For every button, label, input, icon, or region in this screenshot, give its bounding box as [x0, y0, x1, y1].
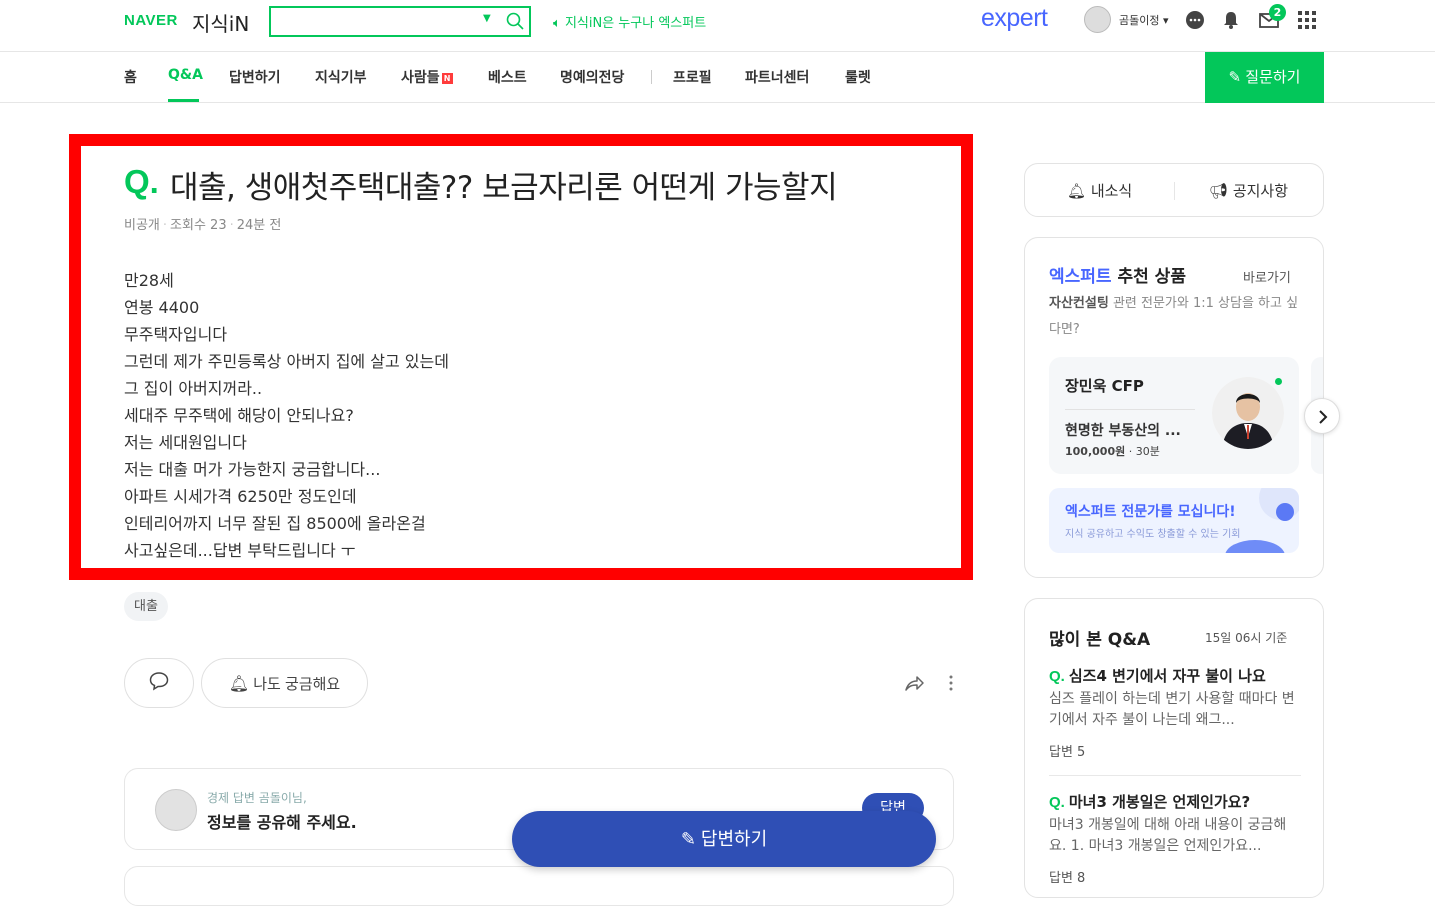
- question-title: 대출, 생애첫주택대출?? 보금자리론 어떤게 가능할지: [170, 170, 838, 206]
- comment-button[interactable]: [124, 658, 194, 708]
- mail-count-badge: 2: [1269, 4, 1286, 21]
- question-body-line: 인테리어까지 너무 잘된 집 8500에 올라온걸: [124, 514, 426, 533]
- bell-icon: 🔔︎: [1067, 182, 1087, 200]
- question-views: 조회수 23: [170, 218, 227, 233]
- expert-profile-card[interactable]: 장민욱 CFP 현명한 부동산의 ... 100,000원 · 30분: [1049, 357, 1299, 474]
- sidebar-tabs: 🔔︎ 내소식 📢︎ 공지사항: [1024, 163, 1324, 217]
- search-dropdown-icon[interactable]: ▼: [483, 13, 491, 24]
- search-input[interactable]: [271, 8, 471, 35]
- slogan-link[interactable]: 🔈︎ 지식iN은 누구나 엑스퍼트: [553, 12, 706, 31]
- user-name-menu[interactable]: 곰돌이정 ▾: [1119, 12, 1169, 28]
- bell-plus-icon: 🔔︎: [228, 675, 250, 693]
- question-mark: Q.: [124, 163, 159, 200]
- kin-logo[interactable]: 지식iN: [192, 8, 249, 37]
- speaker-icon: 🔈︎: [553, 16, 561, 31]
- nav-roulette[interactable]: 룰렛: [845, 67, 871, 87]
- search-icon[interactable]: [505, 11, 525, 31]
- expert-photo: [1212, 377, 1284, 449]
- question-tag[interactable]: 대출: [124, 592, 168, 621]
- next-card: [124, 866, 954, 906]
- more-options-icon[interactable]: [942, 674, 960, 692]
- share-icon[interactable]: [903, 672, 925, 694]
- user-avatar: [155, 789, 197, 831]
- pencil-icon: ✎: [1228, 69, 1242, 86]
- nav-people[interactable]: 사람들 N: [401, 67, 453, 87]
- question-body-line: 연봉 4400: [124, 298, 200, 317]
- expert-topic: 현명한 부동산의 ...: [1065, 423, 1181, 439]
- popular-qna-card: 많이 본 Q&A 15일 06시 기준 Q. 심즈4 변기에서 자꾸 불이 나요 …: [1024, 598, 1324, 898]
- expert-recommend-card: 엑스퍼트 추천 상품 바로가기 자산컨설팅 관련 전문가와 1:1 상담을 하고…: [1024, 237, 1324, 578]
- question-body-line: 저는 세대원입니다: [124, 433, 247, 452]
- bell-icon[interactable]: [1220, 9, 1242, 31]
- popular-date: 15일 06시 기준: [1205, 631, 1288, 645]
- expert-name: 장민욱 CFP: [1065, 377, 1144, 395]
- popular-title: 많이 본 Q&A: [1049, 630, 1151, 650]
- popular-question-body[interactable]: 심즈 플레이 하는데 변기 사용할 때마다 변기에서 자주 불이 나는데 왜그.…: [1049, 689, 1299, 731]
- recruit-illustration-icon: [1225, 488, 1299, 553]
- nav-active-indicator: [168, 99, 199, 102]
- nav-hall-of-fame[interactable]: 명예의전당: [560, 67, 624, 87]
- expert-logo[interactable]: expert: [981, 4, 1048, 33]
- question-body-line: 아파트 시세가격 6250만 정도인데: [124, 487, 357, 506]
- tab-notice[interactable]: 📢︎ 공지사항: [1209, 180, 1288, 201]
- question-body-line: 그 집이 아버지꺼라..: [124, 379, 263, 398]
- curious-button[interactable]: 🔔︎ 나도 궁금해요: [201, 658, 368, 708]
- apps-grid-icon[interactable]: [1296, 9, 1318, 31]
- popular-answer-count: 답변 5: [1049, 745, 1086, 760]
- new-badge: N: [441, 73, 453, 84]
- popular-answer-count: 답변 8: [1049, 871, 1086, 886]
- nav-donate[interactable]: 지식기부: [315, 67, 367, 87]
- question-author: 비공개: [124, 218, 160, 233]
- nav-best[interactable]: 베스트: [488, 67, 527, 87]
- tab-my-news[interactable]: 🔔︎ 내소식: [1067, 180, 1132, 201]
- expert-card-desc: 자산컨설팅 관련 전문가와 1:1 상담을 하고 싶다면?: [1049, 296, 1299, 337]
- answer-prompt-sub: 경제 답변 곰돌이님,: [207, 791, 307, 805]
- question-meta: 비공개 · 조회수 23 · 24분 전: [124, 218, 282, 233]
- expert-go-link[interactable]: 바로가기: [1243, 267, 1291, 286]
- popular-question[interactable]: Q. 마녀3 개봉일은 언제인가요?: [1049, 791, 1250, 812]
- nav-qna[interactable]: Q&A: [168, 67, 203, 83]
- main-nav: 홈 Q&A 답변하기 지식기부 사람들 N 베스트 명예의전당 프로필 파트너센터…: [0, 52, 1435, 103]
- expert-recruit-banner[interactable]: 엑스퍼트 전문가를 모십니다! 지식 공유하고 수익도 창출할 수 있는 기회: [1049, 488, 1299, 553]
- question-body-line: 무주택자입니다: [124, 325, 228, 344]
- top-header: NAVER 지식iN ▼ 🔈︎ 지식iN은 누구나 엑스퍼트 expert 곰돌…: [0, 0, 1435, 52]
- question-time: 24분 전: [236, 218, 282, 233]
- question-body-line: 세대주 무주택에 해당이 안되나요?: [124, 406, 354, 425]
- online-status: [1275, 378, 1282, 385]
- question-body-line: 저는 대출 머가 가능한지 궁금합니다...: [124, 460, 381, 479]
- nav-answer[interactable]: 답변하기: [229, 67, 281, 87]
- nav-profile[interactable]: 프로필: [673, 67, 712, 87]
- comment-icon: [149, 672, 169, 691]
- pencil-icon: ✎: [680, 829, 696, 849]
- chat-icon[interactable]: [1184, 9, 1206, 31]
- expert-card-title: 엑스퍼트 추천 상품: [1049, 267, 1186, 287]
- nav-home[interactable]: 홈: [124, 67, 137, 87]
- megaphone-icon: 📢︎: [1209, 182, 1229, 200]
- answer-float-button[interactable]: ✎ 답변하기: [512, 811, 936, 867]
- carousel-next-button[interactable]: [1304, 398, 1340, 434]
- ask-question-button[interactable]: ✎ 질문하기: [1205, 52, 1324, 103]
- user-avatar[interactable]: [1084, 6, 1111, 33]
- chevron-right-icon: [1319, 410, 1328, 424]
- popular-question-body[interactable]: 마녀3 개봉일에 대해 아래 내용이 궁금해요. 1. 마녀3 개봉일은 언제인…: [1049, 815, 1299, 857]
- naver-logo[interactable]: NAVER: [124, 12, 178, 29]
- search-box: ▼: [269, 6, 531, 37]
- question-body-line: 만28세: [124, 271, 174, 290]
- nav-divider: [651, 70, 652, 84]
- question-body-line: 그런데 제가 주민등록상 아버지 집에 살고 있는데: [124, 352, 449, 371]
- answer-prompt-main: 정보를 공유해 주세요.: [207, 813, 357, 832]
- popular-question[interactable]: Q. 심즈4 변기에서 자꾸 불이 나요: [1049, 665, 1266, 686]
- question-body-line: 사고싶은데...답변 부탁드립니다 ㅜ: [124, 541, 356, 560]
- nav-partner-center[interactable]: 파트너센터: [745, 67, 809, 87]
- expert-price: 100,000원 · 30분: [1065, 445, 1160, 458]
